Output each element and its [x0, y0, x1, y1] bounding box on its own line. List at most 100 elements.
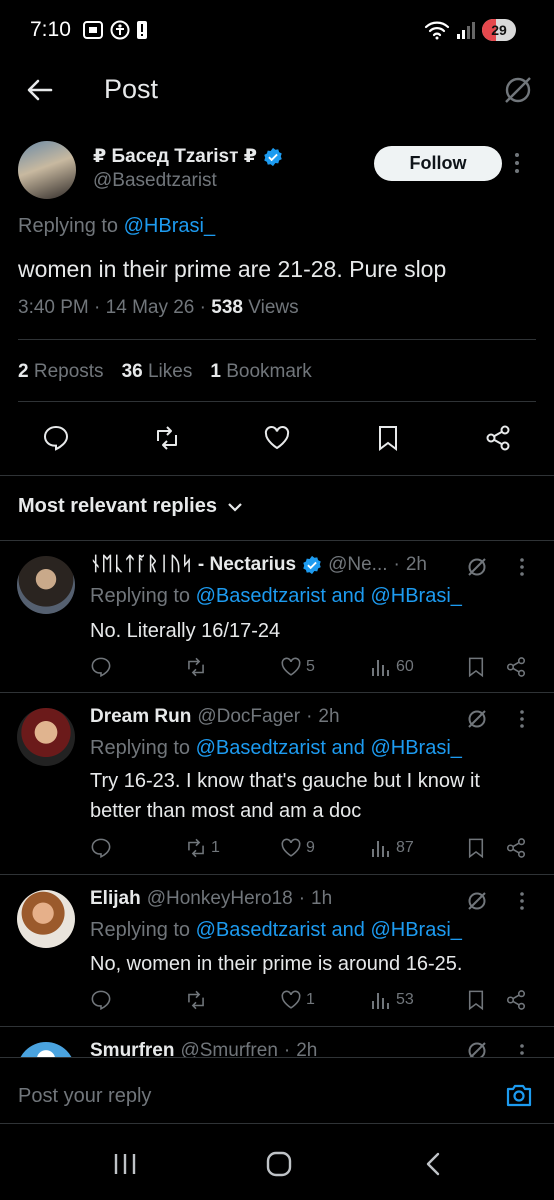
repost-icon	[188, 838, 204, 858]
page-title: Post	[104, 74, 159, 104]
author-handle[interactable]: @Basedtzarist	[93, 170, 217, 192]
reply-like-action[interactable]: 5	[280, 656, 315, 678]
share-icon	[506, 990, 526, 1010]
signal-icon	[457, 22, 475, 39]
replying-prefix: Replying to	[90, 585, 191, 607]
recent-apps-icon[interactable]	[112, 1152, 138, 1176]
reply-icon[interactable]	[42, 424, 70, 452]
reply-bookmark-action[interactable]	[465, 989, 487, 1011]
camera-icon[interactable]	[505, 1081, 533, 1109]
home-icon[interactable]	[266, 1151, 292, 1177]
reply-header: ᚾᛖᚳᛏᚪᚱᛁᚢᛋ - Nectarius @Ne... · 2h	[90, 554, 427, 576]
reply-action-bar: 5 60	[0, 656, 554, 680]
reply-repost-count: 1	[211, 839, 220, 856]
grok-icon[interactable]	[502, 74, 534, 106]
post-meta: 3:40 PM · 14 May 26 · 538 Views	[18, 297, 299, 318]
replies-sort-dropdown[interactable]: Most relevant replies	[18, 495, 243, 518]
divider	[18, 339, 536, 340]
reply-like-count: 5	[306, 658, 315, 675]
reply-input[interactable]: Post your reply	[18, 1085, 151, 1108]
replying-to-link[interactable]: @Basedtzarist and @HBrasi_	[196, 919, 462, 941]
divider	[0, 475, 554, 476]
reply-reply-action[interactable]	[90, 989, 112, 1011]
reply-author-handle[interactable]: @Ne...	[328, 554, 387, 576]
like-icon[interactable]	[263, 424, 291, 452]
like-icon	[281, 990, 301, 1009]
reply-replying-to: Replying to @Basedtzarist and @HBrasi_	[90, 919, 462, 942]
reply-share-action[interactable]	[505, 837, 527, 859]
repost-icon	[188, 657, 204, 677]
reply-icon	[91, 838, 111, 859]
views-icon	[372, 841, 389, 857]
bookmark-icon	[468, 990, 484, 1011]
repost-icon[interactable]	[153, 424, 181, 452]
likes-stat[interactable]: 36 Likes	[122, 361, 193, 383]
reply-like-action[interactable]: 1	[280, 989, 315, 1011]
reply-bookmark-action[interactable]	[465, 837, 487, 859]
reply-author-name[interactable]: Elijah	[90, 888, 141, 910]
author-name-row[interactable]: ₽ Басед Tzarisт ₽	[93, 145, 283, 168]
reply-item[interactable]: Elijah @HonkeyHero18 · 1h Replying to @B…	[0, 874, 554, 1026]
reply-views-action[interactable]: 53	[370, 989, 414, 1011]
reply-reply-action[interactable]	[90, 656, 112, 678]
reply-repost-action[interactable]	[185, 989, 211, 1011]
reply-share-action[interactable]	[505, 656, 527, 678]
reply-avatar[interactable]	[17, 890, 75, 948]
verified-badge-icon	[303, 555, 321, 575]
bookmark-icon	[468, 838, 484, 859]
back-arrow-icon[interactable]	[26, 76, 54, 104]
reply-like-count: 1	[306, 991, 315, 1008]
author-avatar[interactable]	[18, 141, 76, 199]
reply-avatar[interactable]	[17, 708, 75, 766]
replies-sort-label: Most relevant replies	[18, 495, 217, 517]
reply-repost-action[interactable]: 1	[185, 837, 220, 859]
grok-icon[interactable]	[466, 1040, 488, 1057]
reply-author-name[interactable]: ᚾᛖᚳᛏᚪᚱᛁᚢᛋ - Nectarius	[90, 554, 296, 576]
post-time: 3:40 PM	[18, 297, 89, 318]
reply-avatar[interactable]	[17, 556, 75, 614]
reply-author-name[interactable]: Smurfren	[90, 1040, 174, 1057]
back-nav-icon[interactable]	[424, 1152, 442, 1176]
reply-author-handle[interactable]: @HonkeyHero18	[147, 888, 293, 910]
replying-to-link[interactable]: @Basedtzarist and @HBrasi_	[196, 585, 462, 607]
replying-to-link[interactable]: @Basedtzarist and @HBrasi_	[196, 737, 462, 759]
reply-bookmark-action[interactable]	[465, 656, 487, 678]
bookmark-icon[interactable]	[374, 424, 402, 452]
reply-item[interactable]: Dream Run @DocFager · 2h Replying to @Ba…	[0, 692, 554, 874]
reply-like-count: 9	[306, 839, 315, 856]
reply-author-name[interactable]: Dream Run	[90, 706, 191, 728]
views-icon	[372, 993, 389, 1009]
reply-like-action[interactable]: 9	[280, 837, 315, 859]
divider	[0, 1057, 554, 1058]
more-options-icon[interactable]	[519, 709, 525, 729]
reply-time: 2h	[296, 1040, 318, 1057]
reply-text: No, women in their prime is around 16-25…	[90, 953, 463, 975]
more-options-icon[interactable]	[519, 557, 525, 577]
bookmarks-stat[interactable]: 1 Bookmark	[210, 361, 311, 383]
share-icon	[506, 657, 526, 677]
reply-avatar[interactable]	[17, 1042, 75, 1057]
reply-item[interactable]: Smurfren @Smurfren · 2h	[0, 1026, 554, 1057]
follow-button[interactable]: Follow	[374, 146, 502, 181]
grok-icon[interactable]	[466, 890, 488, 912]
reply-views-action[interactable]: 87	[370, 837, 414, 859]
reposts-stat[interactable]: 2 Reposts	[18, 361, 104, 383]
reply-text: No. Literally 16/17-24	[90, 620, 281, 642]
reply-repost-action[interactable]	[185, 656, 211, 678]
reply-share-action[interactable]	[505, 989, 527, 1011]
like-icon	[281, 657, 301, 676]
reply-author-handle[interactable]: @Smurfren	[180, 1040, 277, 1057]
reply-author-handle[interactable]: @DocFager	[197, 706, 300, 728]
reply-item[interactable]: ᚾᛖᚳᛏᚪᚱᛁᚢᛋ - Nectarius @Ne... · 2h Replyi…	[0, 540, 554, 692]
reply-views-action[interactable]: 60	[370, 656, 414, 678]
reply-reply-action[interactable]	[90, 837, 112, 859]
grok-icon[interactable]	[466, 708, 488, 730]
more-options-icon[interactable]	[519, 891, 525, 911]
replying-to-link[interactable]: @HBrasi_	[124, 215, 215, 237]
more-options-icon[interactable]	[514, 152, 520, 174]
author-name[interactable]: ₽ Басед Tzarisт ₽	[93, 145, 257, 168]
share-icon[interactable]	[484, 424, 512, 452]
more-options-icon[interactable]	[519, 1043, 525, 1057]
reply-composer[interactable]: Post your reply	[0, 1057, 554, 1137]
grok-icon[interactable]	[466, 556, 488, 578]
